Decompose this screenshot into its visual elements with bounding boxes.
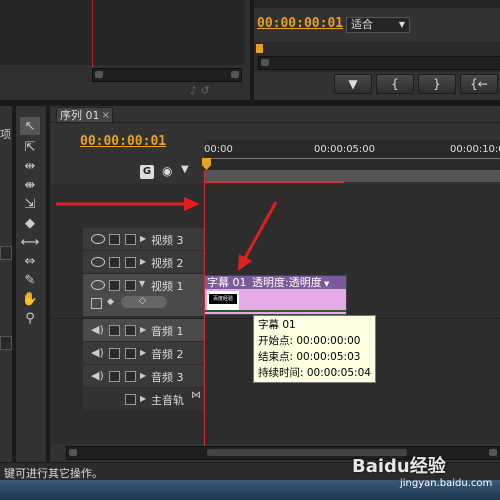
annotation-arrows: [56, 197, 278, 271]
status-text: 键可进行其它操作。: [4, 467, 103, 480]
baidu-watermark-logo: Baidu经验: [352, 456, 446, 477]
scroll-left-handle[interactable]: [69, 449, 77, 456]
annotation-arrow-diagonal: [243, 201, 278, 259]
arrow-head-icon: [184, 197, 200, 211]
watermark-url: jingyan.baidu.com: [400, 478, 493, 489]
scroll-right-handle[interactable]: [489, 449, 497, 456]
